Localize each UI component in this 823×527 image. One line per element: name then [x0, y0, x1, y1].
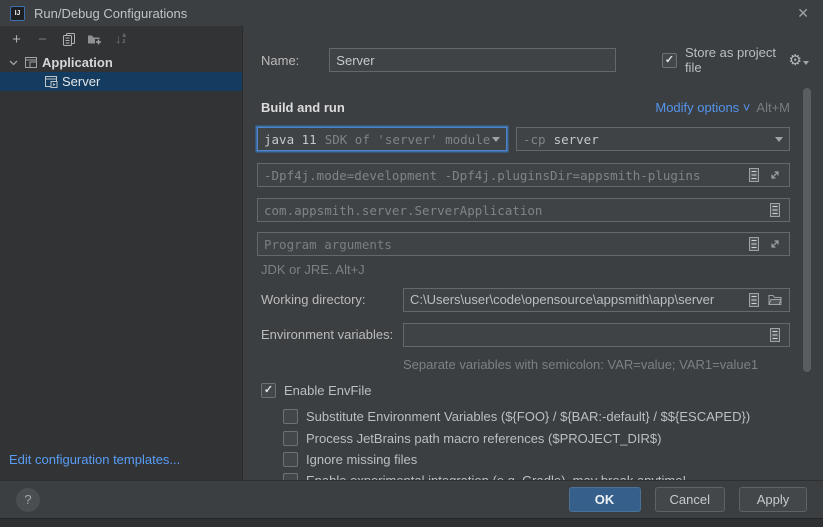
classpath-combo-prefix: -cp	[523, 132, 546, 147]
name-input[interactable]: Server	[329, 48, 616, 72]
substitute-env-variables-label: Substitute Environment Variables (${FOO}…	[306, 409, 750, 424]
working-directory-value: C:\Users\user\code\opensource\appsmith\a…	[410, 292, 741, 307]
expand-list-icon[interactable]	[767, 327, 783, 343]
process-path-macros-checkbox[interactable]	[283, 431, 298, 446]
expand-field-icon[interactable]	[767, 167, 783, 183]
vm-options-input[interactable]: -Dpf4j.mode=development -Dpf4j.pluginsDi…	[257, 163, 790, 187]
configurations-tree: Application Server	[0, 53, 242, 91]
application-type-icon	[24, 56, 38, 70]
new-folder-icon[interactable]	[87, 32, 102, 47]
vertical-scrollbar-thumb[interactable]	[803, 88, 811, 372]
enable-envfile-label: Enable EnvFile	[284, 383, 371, 398]
expand-field-icon[interactable]	[767, 236, 783, 252]
dialog-footer: ? OK Cancel Apply	[0, 480, 823, 518]
store-as-project-file-checkbox[interactable]	[662, 53, 677, 68]
background-window-strip	[0, 518, 823, 527]
title-bar: IJ Run/Debug Configurations ✕	[0, 0, 823, 26]
remove-configuration-icon[interactable]: −	[35, 32, 50, 47]
jdk-combo-value: java 11	[264, 132, 317, 147]
close-icon[interactable]: ✕	[793, 4, 813, 22]
browse-folder-icon[interactable]	[767, 292, 783, 308]
dialog-title: Run/Debug Configurations	[34, 6, 187, 21]
copy-configuration-icon[interactable]	[61, 32, 76, 47]
environment-variables-hint: Separate variables with semicolon: VAR=v…	[403, 357, 758, 372]
main-class-value: com.appsmith.server.ServerApplication	[264, 203, 762, 218]
configurations-sidebar: + − ↓az	[0, 26, 243, 480]
run-configuration-icon	[44, 75, 58, 89]
ok-button[interactable]: OK	[569, 487, 641, 512]
chevron-down-icon	[775, 137, 783, 142]
program-arguments-input[interactable]: Program arguments	[257, 232, 790, 256]
substitute-env-variables-checkbox[interactable]	[283, 409, 298, 424]
process-path-macros-label: Process JetBrains path macro references …	[306, 431, 661, 446]
dialog-content: + − ↓az	[0, 26, 823, 480]
working-directory-label: Working directory:	[261, 292, 366, 307]
ignore-missing-files-checkbox[interactable]	[283, 452, 298, 467]
build-and-run-header: Build and run	[261, 100, 345, 115]
vm-options-value: -Dpf4j.mode=development -Dpf4j.pluginsDi…	[264, 168, 741, 183]
experimental-integration-checkbox[interactable]	[283, 473, 298, 480]
cancel-button[interactable]: Cancel	[655, 487, 725, 512]
edit-configuration-templates-link[interactable]: Edit configuration templates...	[9, 452, 180, 467]
expand-list-icon[interactable]	[746, 236, 762, 252]
configuration-editor: Name: Server Store as project file ⚙ Bui…	[243, 26, 823, 480]
classpath-combo[interactable]: -cp server	[516, 127, 790, 151]
environment-variables-label: Environment variables:	[261, 327, 393, 342]
chevron-down-icon[interactable]	[7, 57, 19, 69]
jdk-hint: JDK or JRE. Alt+J	[261, 262, 365, 277]
tree-group-application[interactable]: Application	[0, 53, 242, 72]
tree-item-label: Server	[62, 74, 100, 89]
ignore-missing-files-label: Ignore missing files	[306, 452, 417, 467]
jdk-combo-suffix: SDK of 'server' module	[325, 132, 491, 147]
gear-icon[interactable]: ⚙	[789, 51, 809, 69]
name-label: Name:	[261, 53, 299, 68]
modify-options-link[interactable]: Modify options ˅	[655, 100, 750, 115]
environment-variables-input[interactable]	[403, 323, 790, 347]
expand-list-icon[interactable]	[746, 292, 762, 308]
help-button[interactable]: ?	[16, 488, 40, 512]
expand-list-icon[interactable]	[767, 202, 783, 218]
store-as-project-file-label: Store as project file	[685, 45, 783, 75]
add-configuration-icon[interactable]: +	[9, 32, 24, 47]
main-class-input[interactable]: com.appsmith.server.ServerApplication	[257, 198, 790, 222]
tree-group-label: Application	[42, 55, 113, 70]
configurations-toolbar: + − ↓az	[0, 26, 242, 52]
program-arguments-placeholder: Program arguments	[264, 237, 741, 252]
jdk-combo[interactable]: java 11 SDK of 'server' module	[257, 127, 507, 151]
enable-envfile-checkbox[interactable]	[261, 383, 276, 398]
sort-configurations-icon[interactable]: ↓az	[113, 32, 128, 47]
classpath-combo-value: server	[554, 132, 599, 147]
expand-list-icon[interactable]	[746, 167, 762, 183]
name-value: Server	[336, 53, 609, 68]
tree-item-server[interactable]: Server	[0, 72, 242, 91]
run-debug-configurations-dialog: IJ Run/Debug Configurations ✕ + − ↓az	[0, 0, 823, 527]
apply-button[interactable]: Apply	[739, 487, 807, 512]
working-directory-input[interactable]: C:\Users\user\code\opensource\appsmith\a…	[403, 288, 790, 312]
experimental-integration-label: Enable experimental integration (e.g. Gr…	[306, 473, 686, 480]
chevron-down-icon	[492, 137, 500, 142]
intellij-logo-icon: IJ	[10, 6, 25, 21]
modify-options-shortcut: Alt+M	[756, 100, 790, 115]
